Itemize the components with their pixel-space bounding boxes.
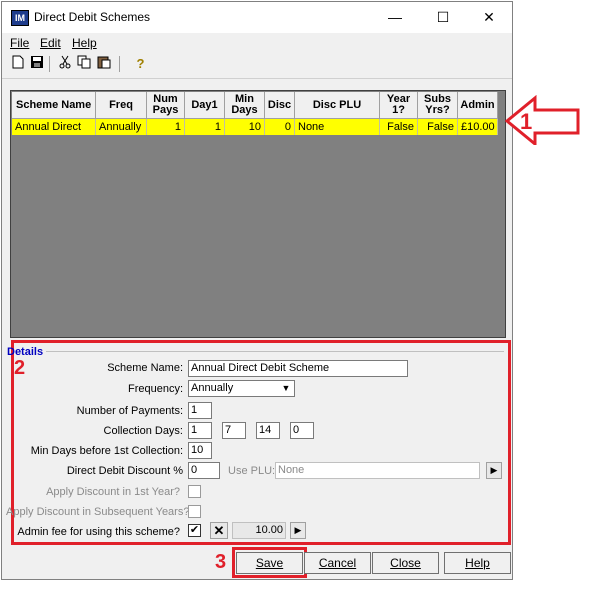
menu-help[interactable]: Help — [72, 36, 97, 50]
new-icon[interactable] — [9, 55, 26, 73]
admin-fee-checkbox[interactable]: ✔ — [188, 524, 201, 537]
num-payments-label: Number of Payments: — [76, 405, 183, 417]
minimize-button[interactable]: — — [372, 2, 418, 33]
col-header-subs-yrs[interactable]: Subs Yrs? — [418, 92, 458, 119]
admin-fee-input[interactable]: 10.00 — [232, 522, 286, 539]
save-button-label: Save — [255, 556, 284, 570]
clear-admin-fee-button[interactable]: ✕ — [210, 522, 228, 539]
plu-lookup-button[interactable]: ▶ — [486, 462, 502, 479]
col-header-day1[interactable]: Day1 — [185, 92, 225, 119]
cell-num-pays[interactable]: 1 — [147, 119, 185, 135]
menu-edit-label: Edit — [40, 36, 61, 50]
cell-disc[interactable]: 0 — [265, 119, 295, 135]
callout-number-3: 3 — [215, 551, 227, 573]
maximize-button[interactable]: ☐ — [420, 2, 466, 33]
close-button[interactable]: Close — [372, 552, 439, 574]
cell-admin[interactable]: £10.00 — [458, 119, 498, 135]
schemes-grid[interactable]: Scheme Name Freq Num Pays Day1 Min Days … — [10, 90, 506, 338]
cell-subs-yrs[interactable]: False — [418, 119, 458, 135]
col-header-min-days[interactable]: Min Days — [225, 92, 265, 119]
toolbar-separator — [49, 56, 50, 72]
collection-day-3-input[interactable]: 14 — [256, 422, 280, 439]
collection-days-label: Collection Days: — [103, 425, 183, 437]
col-header-num-pays[interactable]: Num Pays — [147, 92, 185, 119]
toolbar: ? — [2, 52, 512, 79]
title-bar: IM Direct Debit Schemes — ☐ ✕ — [2, 2, 512, 33]
save-button[interactable]: Save — [236, 552, 303, 574]
cell-scheme-name[interactable]: Annual Direct — [12, 119, 96, 135]
app-icon: IM — [11, 10, 29, 26]
col-header-admin[interactable]: Admin — [458, 92, 498, 119]
help-button[interactable]: Help — [444, 552, 511, 574]
direct-debit-schemes-window: IM Direct Debit Schemes — ☐ ✕ File Edit … — [1, 1, 513, 580]
scheme-name-label: Scheme Name: — [107, 362, 183, 374]
cancel-button-label: Cancel — [318, 556, 357, 570]
toolbar-separator — [119, 56, 120, 72]
cell-freq[interactable]: Annually — [96, 119, 147, 135]
menu-bar: File Edit Help — [2, 33, 512, 52]
collection-day-2-input[interactable]: 7 — [222, 422, 246, 439]
admin-fee-label: Admin fee for using this scheme? — [17, 526, 180, 538]
details-divider — [46, 351, 504, 352]
frequency-select[interactable]: Annually ▼ — [188, 380, 295, 397]
discount-input[interactable]: 0 — [188, 462, 220, 479]
col-header-disc-plu[interactable]: Disc PLU — [295, 92, 380, 119]
admin-fee-lookup-button[interactable]: ▶ — [290, 522, 306, 539]
menu-help-label: Help — [72, 36, 97, 50]
num-payments-input[interactable]: 1 — [188, 402, 212, 419]
window-title: Direct Debit Schemes — [34, 10, 151, 24]
discount-label: Direct Debit Discount % — [66, 465, 183, 477]
apply-subsequent-label: Apply Discount in Subsequent Years? — [6, 506, 190, 518]
collection-day-4-input[interactable]: 0 — [290, 422, 314, 439]
scheme-name-input[interactable]: Annual Direct Debit Scheme — [188, 360, 408, 377]
menu-edit[interactable]: Edit — [40, 36, 61, 50]
min-days-input[interactable]: 10 — [188, 442, 212, 459]
save-icon[interactable] — [28, 55, 45, 73]
col-header-year1[interactable]: Year 1? — [380, 92, 418, 119]
callout-number-1: 1 — [520, 109, 533, 134]
help-button-label: Help — [465, 556, 490, 570]
use-plu-input[interactable]: None — [275, 462, 480, 479]
callout-arrow-icon — [505, 95, 580, 145]
cell-year1[interactable]: False — [380, 119, 418, 135]
menu-file[interactable]: File — [10, 36, 29, 50]
chevron-down-icon[interactable]: ▼ — [279, 381, 293, 396]
col-header-disc[interactable]: Disc — [265, 92, 295, 119]
cell-disc-plu[interactable]: None — [295, 119, 380, 135]
paste-icon[interactable] — [95, 55, 112, 73]
close-window-button[interactable]: ✕ — [466, 2, 512, 33]
col-header-scheme-name[interactable]: Scheme Name — [12, 92, 96, 119]
apply-first-year-label: Apply Discount in 1st Year? — [46, 486, 180, 498]
collection-day-1-input[interactable]: 1 — [188, 422, 212, 439]
menu-file-label: File — [10, 36, 30, 50]
cut-icon[interactable] — [56, 55, 73, 73]
callout-number-2: 2 — [14, 357, 26, 379]
cell-day1[interactable]: 1 — [185, 119, 225, 135]
copy-icon[interactable] — [75, 55, 92, 73]
use-plu-label: Use PLU: — [228, 465, 276, 477]
min-days-label: Min Days before 1st Collection: — [30, 445, 183, 457]
close-button-label: Close — [390, 556, 421, 570]
apply-first-year-checkbox[interactable] — [188, 485, 201, 498]
cell-min-days[interactable]: 10 — [225, 119, 265, 135]
frequency-value: Annually — [191, 382, 234, 394]
col-header-freq[interactable]: Freq — [96, 92, 147, 119]
frequency-label: Frequency: — [127, 383, 183, 395]
help-icon[interactable]: ? — [132, 55, 149, 73]
apply-subsequent-checkbox[interactable] — [188, 505, 201, 518]
cancel-button[interactable]: Cancel — [304, 552, 371, 574]
